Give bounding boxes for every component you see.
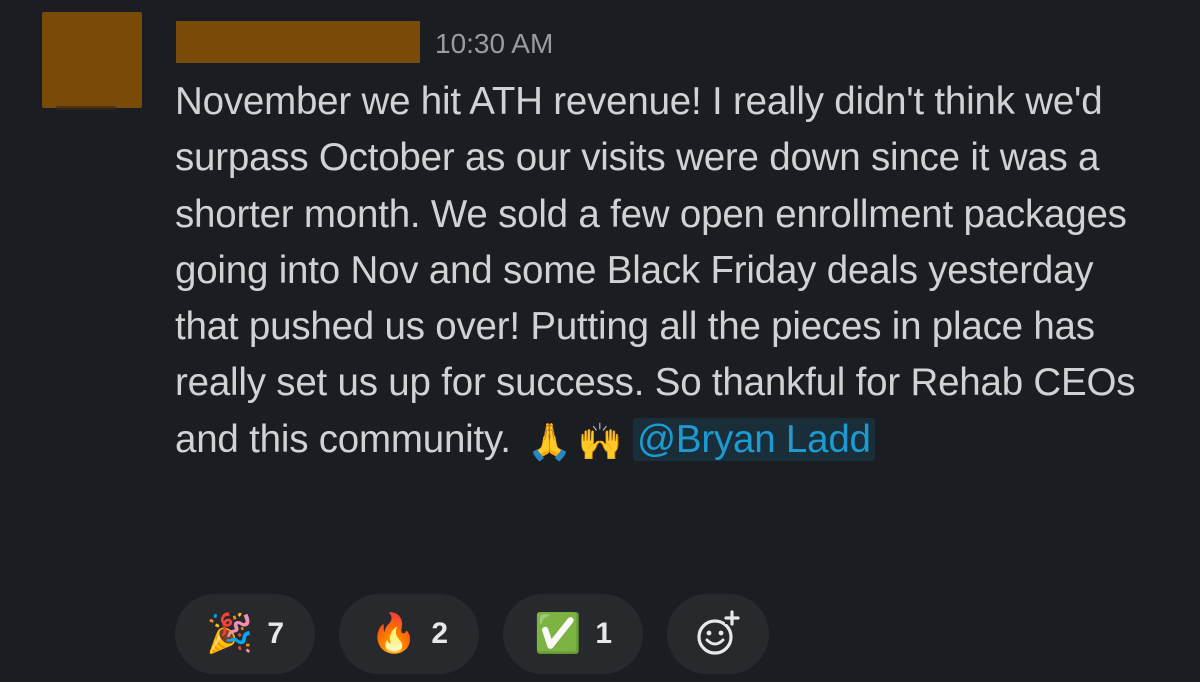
add-reaction-button[interactable] — [667, 594, 769, 674]
reaction-count: 1 — [595, 617, 612, 650]
reaction-party-popper[interactable]: 🎉 7 — [175, 594, 315, 674]
folded-hands-icon: 🙏 — [527, 420, 572, 462]
reaction-count: 2 — [431, 617, 448, 650]
message-container: 10:30 AM November we hit ATH revenue! I … — [0, 0, 1200, 682]
message-body: November we hit ATH revenue! I really di… — [175, 74, 1165, 468]
reaction-count: 7 — [267, 617, 284, 650]
avatar[interactable] — [42, 12, 142, 108]
raising-hands-icon: 🙌 — [577, 420, 623, 462]
timestamp[interactable]: 10:30 AM — [435, 26, 553, 62]
add-emoji-icon — [697, 610, 740, 655]
reaction-bar: 🎉 7 🔥 2 ✅ 1 — [175, 594, 769, 674]
message-text: November we hit ATH revenue! I really di… — [175, 80, 1136, 461]
avatar-shadow — [56, 106, 116, 110]
reaction-check-mark[interactable]: ✅ 1 — [503, 594, 643, 674]
check-mark-button-icon: ✅ — [533, 613, 582, 655]
user-mention[interactable]: @Bryan Ladd — [632, 417, 875, 461]
fire-icon: 🔥 — [369, 613, 418, 655]
author-name-redacted[interactable] — [176, 21, 420, 63]
reaction-fire[interactable]: 🔥 2 — [339, 594, 479, 674]
party-popper-icon: 🎉 — [205, 613, 254, 655]
